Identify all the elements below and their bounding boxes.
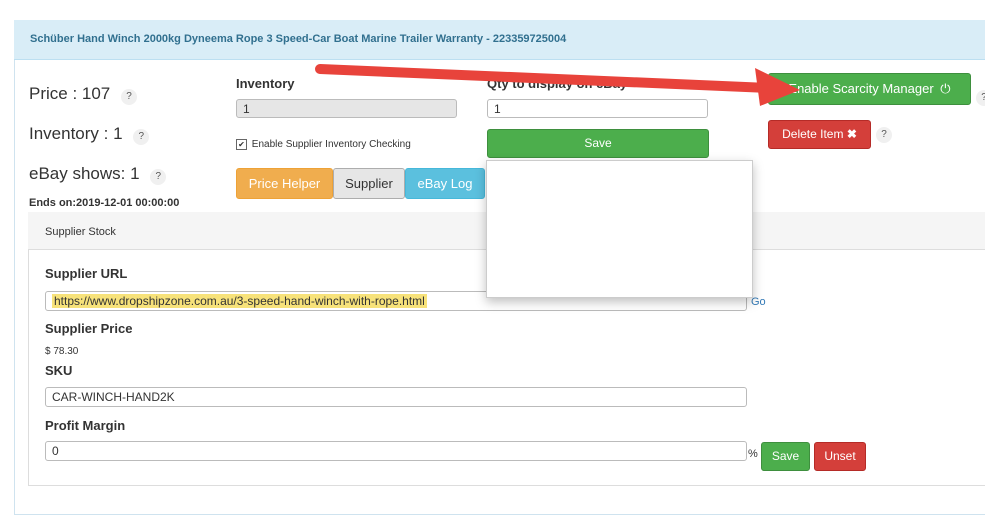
arrow-head: [755, 68, 800, 106]
annotation-arrow: [315, 64, 800, 106]
arrow-shaft: [315, 64, 775, 93]
